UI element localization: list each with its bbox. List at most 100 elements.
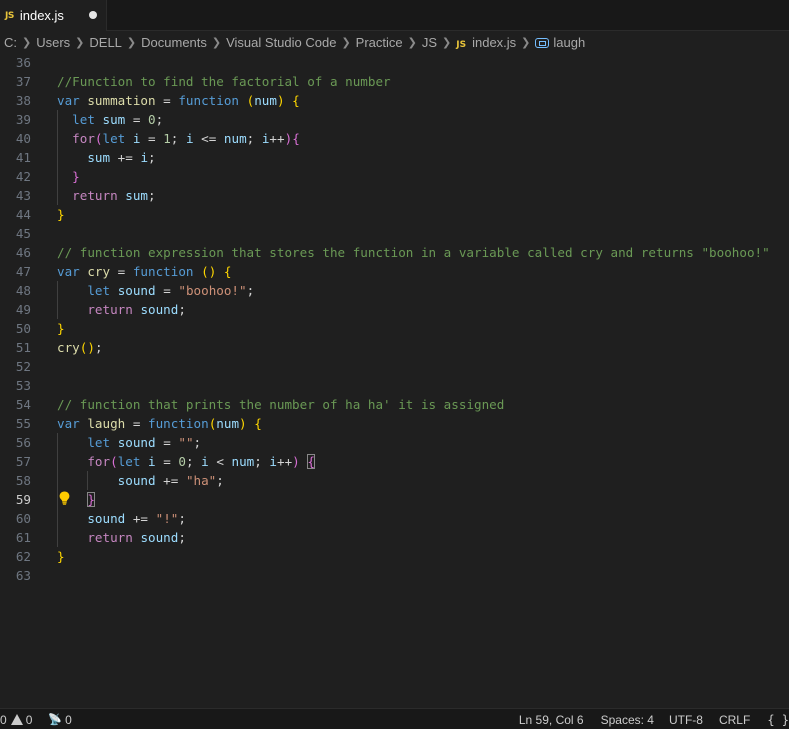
code-token: ) bbox=[87, 340, 95, 355]
code-line[interactable]: sound += "!"; bbox=[57, 509, 770, 528]
code-line[interactable] bbox=[57, 376, 770, 395]
encoding-setting[interactable]: UTF-8 bbox=[669, 709, 703, 729]
code-line[interactable]: var laugh = function(num) { bbox=[57, 414, 770, 433]
code-line[interactable]: var summation = function (num) { bbox=[57, 91, 770, 110]
code-line[interactable]: return sum; bbox=[57, 186, 770, 205]
code-token: = bbox=[125, 416, 149, 431]
code-token: i bbox=[201, 454, 209, 469]
line-number: 47 bbox=[15, 264, 31, 279]
tab-index-js[interactable]: JS index.js bbox=[0, 0, 107, 31]
code-token: let bbox=[72, 112, 95, 127]
code-line[interactable]: } bbox=[57, 319, 770, 338]
code-line[interactable]: // function that prints the number of ha… bbox=[57, 395, 770, 414]
chevron-right-icon: ❯ bbox=[211, 35, 222, 49]
code-token: 1 bbox=[163, 131, 171, 146]
javascript-file-icon: JS bbox=[456, 39, 467, 50]
code-token: let bbox=[87, 435, 111, 450]
status-bar: 0 0 📡 0 Ln 59, Col 6 Spaces: 4 UTF-8 CRL… bbox=[0, 708, 789, 729]
breadcrumb-item[interactable]: JS bbox=[422, 35, 437, 50]
code-line[interactable]: let sum = 0; bbox=[57, 110, 770, 129]
line-number: 55 bbox=[15, 416, 31, 431]
language-mode-icon[interactable]: { } bbox=[767, 709, 789, 729]
code-line[interactable]: return sound; bbox=[57, 300, 770, 319]
code-token: sound bbox=[117, 435, 156, 450]
code-line[interactable]: for(let i = 1; i <= num; i++){ bbox=[57, 129, 770, 148]
code-token: for bbox=[72, 131, 95, 146]
code-token: function bbox=[148, 416, 209, 431]
problems-status[interactable]: 0 0 bbox=[0, 709, 32, 729]
indent-guide bbox=[87, 471, 89, 490]
code-lines[interactable]: //Function to find the factorial of a nu… bbox=[57, 53, 770, 585]
code-token: i bbox=[140, 150, 149, 165]
cursor-position[interactable]: Ln 59, Col 6 bbox=[519, 709, 584, 729]
code-line[interactable] bbox=[57, 357, 770, 376]
ports-status[interactable]: 📡 0 bbox=[32, 709, 71, 729]
code-token: { bbox=[292, 93, 300, 108]
code-token: sound bbox=[117, 283, 156, 298]
indent-guide bbox=[57, 186, 58, 205]
indent-guide bbox=[57, 110, 58, 129]
code-token: { bbox=[307, 454, 315, 469]
line-number: 57 bbox=[15, 454, 31, 469]
code-token: ( bbox=[110, 454, 118, 469]
code-line[interactable]: } bbox=[57, 547, 770, 566]
lightbulb-icon[interactable] bbox=[59, 491, 70, 505]
breadcrumb-symbol[interactable]: laugh bbox=[535, 35, 585, 50]
code-line[interactable] bbox=[57, 224, 770, 243]
code-line[interactable]: } bbox=[57, 205, 770, 224]
code-token: ; bbox=[216, 473, 224, 488]
code-line[interactable]: sum += i; bbox=[57, 148, 770, 167]
code-line[interactable] bbox=[57, 53, 770, 72]
breadcrumb-file[interactable]: JS index.js bbox=[456, 35, 516, 50]
code-line[interactable]: // function expression that stores the f… bbox=[57, 243, 770, 262]
code-line[interactable]: } bbox=[57, 490, 770, 509]
breadcrumb-item[interactable]: Documents bbox=[141, 35, 207, 50]
code-token: i bbox=[148, 454, 156, 469]
indentation-setting[interactable]: Spaces: 4 bbox=[601, 709, 654, 729]
code-token: } bbox=[57, 321, 65, 336]
breadcrumb-item[interactable]: Practice bbox=[356, 35, 403, 50]
code-line[interactable]: } bbox=[57, 167, 770, 186]
code-token: { bbox=[254, 416, 262, 431]
breadcrumb-file-label: index.js bbox=[472, 34, 517, 50]
chevron-right-icon: ❯ bbox=[75, 35, 85, 49]
code-token: num bbox=[223, 131, 247, 146]
line-number: 41 bbox=[15, 150, 31, 165]
line-number: 59 bbox=[15, 492, 31, 507]
code-token: = bbox=[155, 93, 179, 108]
code-token: var bbox=[57, 93, 80, 108]
code-line[interactable]: cry(); bbox=[57, 338, 770, 357]
breadcrumb-item[interactable]: DELL bbox=[89, 35, 122, 50]
code-token: { bbox=[292, 131, 300, 146]
breadcrumb-item[interactable]: Users bbox=[36, 35, 70, 50]
code-token: "boohoo!" bbox=[178, 283, 247, 298]
code-line[interactable]: var cry = function () { bbox=[57, 262, 770, 281]
breadcrumb-symbol-label: laugh bbox=[553, 34, 586, 50]
code-token: = bbox=[125, 112, 149, 127]
code-line[interactable]: for(let i = 0; i < num; i++) { bbox=[57, 452, 770, 471]
code-line[interactable]: let sound = ""; bbox=[57, 433, 770, 452]
eol-setting[interactable]: CRLF bbox=[719, 709, 750, 729]
code-line[interactable]: let sound = "boohoo!"; bbox=[57, 281, 770, 300]
code-line[interactable]: sound += "ha"; bbox=[57, 471, 770, 490]
code-token: i bbox=[185, 131, 194, 146]
chevron-right-icon: ❯ bbox=[521, 35, 531, 49]
code-line[interactable]: return sound; bbox=[57, 528, 770, 547]
line-number: 42 bbox=[15, 169, 31, 184]
code-line[interactable]: //Function to find the factorial of a nu… bbox=[57, 72, 770, 91]
code-token: = bbox=[155, 435, 179, 450]
unsaved-dot-icon[interactable] bbox=[89, 11, 97, 19]
chevron-right-icon: ❯ bbox=[442, 35, 452, 49]
breadcrumb-item[interactable]: Visual Studio Code bbox=[226, 35, 336, 50]
code-editor[interactable]: 36 37 38 39 40 41 42 43 44 45 46 47 48 49 50 51 52 53 54 55… bbox=[0, 53, 789, 708]
breadcrumb-item[interactable]: C: bbox=[4, 35, 17, 50]
code-token: } bbox=[72, 169, 80, 184]
code-line[interactable] bbox=[57, 566, 770, 585]
breadcrumb: C: ❯ Users ❯ DELL ❯ Documents ❯ Visual Studio Co… bbox=[0, 31, 789, 53]
